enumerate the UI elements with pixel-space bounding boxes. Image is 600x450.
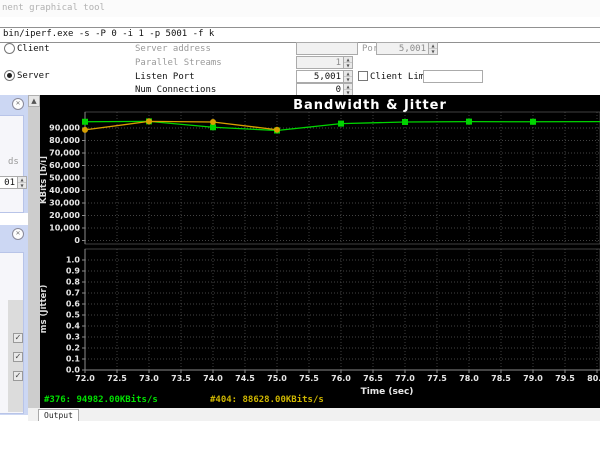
svg-text:72.0: 72.0 [75,374,95,383]
port-spinner[interactable]: 5,001 ▲ ▼ [376,42,438,55]
close-icon[interactable]: ✕ [12,228,24,240]
server-radio-label: Server [17,71,50,81]
svg-text:0.4: 0.4 [66,322,81,331]
legend-entry-404: #404: 88628.00KBits/s [210,395,324,405]
svg-text:10,000: 10,000 [49,224,80,233]
svg-text:79.0: 79.0 [523,374,543,383]
svg-text:78.5: 78.5 [491,374,511,383]
svg-text:0: 0 [74,236,80,245]
svg-text:0.1: 0.1 [66,355,81,364]
svg-text:80,000: 80,000 [49,136,80,145]
svg-text:1.0: 1.0 [66,256,81,265]
server-radio[interactable] [4,70,15,81]
svg-text:40,000: 40,000 [49,186,80,195]
parallel-streams-spinner[interactable]: 1 ▲ ▼ [296,56,353,69]
server-address-field[interactable] [296,42,358,55]
close-icon[interactable]: ✕ [12,98,24,110]
radio-dot-icon [7,73,12,78]
svg-text:73.5: 73.5 [171,374,191,383]
left-panel-fragment-2: ✕ ✓ ✓ ✓ [0,225,30,415]
svg-text:90,000: 90,000 [49,124,80,133]
svg-text:0.0: 0.0 [66,366,81,375]
client-limit-field[interactable] [423,70,483,83]
port-value: 5,001 [398,44,426,54]
panel1-spinner-fragment[interactable]: 01 ▲ ▼ [0,176,27,189]
svg-text:0.8: 0.8 [66,278,81,287]
num-connections-value: 0 [335,85,341,95]
chart-canvas: 72.0 72.5 73.0 73.5 74.0 74.5 75.0 75.5 76.0 76.5… [39,98,600,397]
chevron-down-icon[interactable]: ▼ [344,63,352,68]
num-connections-label: Num Connections [135,85,217,95]
svg-text:77.5: 77.5 [427,374,447,383]
iperf-command-field[interactable]: bin/iperf.exe -s -P 0 -i 1 -p 5001 -f k [0,27,600,43]
panel1-label-fragment: ds [8,157,19,167]
svg-text:79.5: 79.5 [555,374,575,383]
chevron-down-icon[interactable]: ▼ [344,77,352,82]
svg-text:Time (sec): Time (sec) [361,387,414,397]
svg-text:0.7: 0.7 [66,289,80,298]
vertical-scrollbar[interactable] [28,95,40,408]
parallel-streams-value: 1 [335,58,341,68]
client-radio-label: Client [17,44,50,54]
svg-text:72.5: 72.5 [107,374,127,383]
svg-text:77.0: 77.0 [395,374,415,383]
svg-text:ms (Jitter): ms (Jitter) [40,284,49,333]
svg-text:0.9: 0.9 [66,267,81,276]
bandwidth-jitter-chart: 72.0 72.5 73.0 73.5 74.0 74.5 75.0 75.5 76.0 76.5… [39,95,600,408]
svg-text:0.2: 0.2 [66,344,80,353]
svg-text:75.0: 75.0 [267,374,287,383]
left-panel-fragment-1: ✕ ds 01 ▲ ▼ [0,95,30,213]
svg-text:74.5: 74.5 [235,374,255,383]
svg-text:20,000: 20,000 [49,211,80,220]
scroll-up-icon[interactable]: ▲ [28,95,40,107]
svg-text:75.5: 75.5 [299,374,319,383]
svg-text:78.0: 78.0 [459,374,479,383]
bottom-tab-bar [28,408,600,422]
svg-text:0.3: 0.3 [66,333,80,342]
server-address-label: Server address [135,44,211,54]
svg-text:80.0: 80.0 [587,374,600,383]
client-limit-checkbox[interactable] [358,71,368,81]
svg-text:Bandwidth & Jitter: Bandwidth & Jitter [293,98,447,113]
listen-port-label: Listen Port [135,72,195,82]
listen-port-spinner[interactable]: 5,001 ▲ ▼ [296,70,353,83]
svg-text:0.5: 0.5 [66,311,81,320]
svg-text:30,000: 30,000 [49,199,80,208]
chevron-down-icon[interactable]: ▼ [18,183,26,188]
svg-text:60,000: 60,000 [49,161,80,170]
legend-entry-376: #376: 94982.00KBits/s [44,395,158,405]
svg-text:50,000: 50,000 [49,174,80,183]
output-console-area [0,421,600,450]
parallel-streams-label: Parallel Streams [135,58,222,68]
svg-text:73.0: 73.0 [139,374,159,383]
checkbox-check-icon[interactable]: ✓ [13,352,23,362]
svg-text:74.0: 74.0 [203,374,223,383]
svg-text:76.5: 76.5 [363,374,383,383]
svg-text:KBits [b/i]: KBits [b/i] [40,156,49,204]
window-title-bar: nent graphical tool [0,0,600,17]
chevron-down-icon[interactable]: ▼ [429,49,437,54]
client-radio[interactable] [4,43,15,54]
panel1-spinner-value: 01 [4,178,15,188]
svg-text:70,000: 70,000 [49,149,80,158]
listen-port-value: 5,001 [313,72,341,82]
svg-text:0.6: 0.6 [66,300,81,309]
window-title-text: nent graphical tool [2,3,105,13]
svg-text:76.0: 76.0 [331,374,351,383]
checkbox-check-icon[interactable]: ✓ [13,333,23,343]
checkbox-check-icon[interactable]: ✓ [13,371,23,381]
